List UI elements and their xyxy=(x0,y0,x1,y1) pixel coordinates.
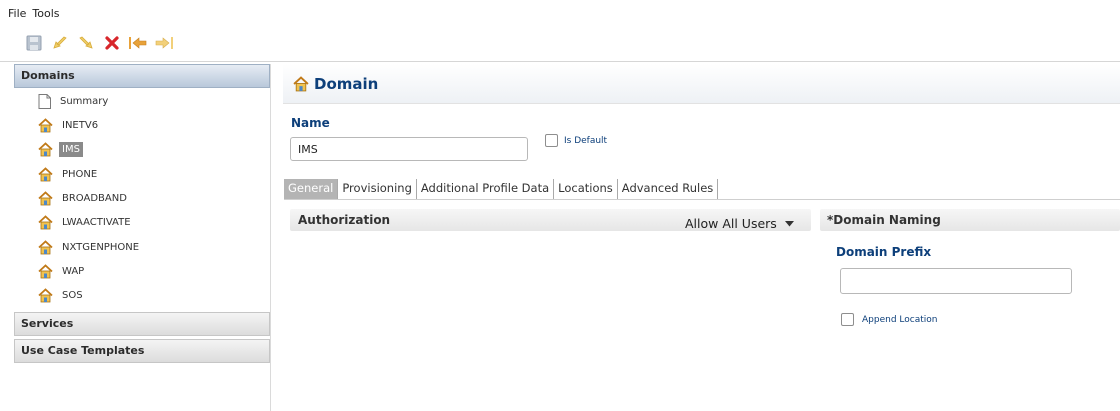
menu-tools[interactable]: Tools xyxy=(32,7,59,23)
undo-icon[interactable] xyxy=(50,34,70,52)
tab-advanced-rules[interactable]: Advanced Rules xyxy=(616,179,719,199)
house-icon xyxy=(38,141,53,156)
domain-naming-title: *Domain Naming xyxy=(827,213,941,227)
sidebar-item-ims[interactable]: IMS xyxy=(38,139,83,159)
append-location-checkbox[interactable]: Append Location xyxy=(841,313,937,326)
menu-file[interactable]: File xyxy=(8,7,26,23)
checkbox-box[interactable] xyxy=(545,134,558,147)
tab-additional-profile-data[interactable]: Additional Profile Data xyxy=(415,179,554,199)
house-icon xyxy=(38,214,53,229)
authorization-dropdown[interactable]: Allow All Users xyxy=(685,216,794,231)
sidebar-item-phone[interactable]: PHONE xyxy=(38,164,100,184)
authorization-title: Authorization xyxy=(298,213,391,227)
sidebar-item-lwaactivate[interactable]: LWAACTIVATE xyxy=(38,212,134,232)
sidebar-item-label: LWAACTIVATE xyxy=(62,216,131,228)
main-header: Domain xyxy=(283,64,1120,104)
house-icon xyxy=(38,117,53,132)
main-panel: Domain Name Is Default General Provision… xyxy=(283,64,1120,411)
domain-prefix-input[interactable] xyxy=(840,268,1072,294)
house-icon xyxy=(293,75,309,91)
sidebar-item-label: Summary xyxy=(60,95,109,107)
page-title: Domain xyxy=(314,74,379,93)
toolbar xyxy=(24,34,174,52)
sidebar-item-broadband[interactable]: BROADBAND xyxy=(38,188,130,208)
tab-divider xyxy=(284,199,1120,200)
sidebar-item-label: SOS xyxy=(62,289,83,301)
sidebar-item-label: INETV6 xyxy=(62,119,99,131)
sidebar-item-label: PHONE xyxy=(62,168,98,180)
house-icon xyxy=(38,190,53,205)
sidebar-item-wap[interactable]: WAP xyxy=(38,261,87,281)
sidebar-item-inetv6[interactable]: INETV6 xyxy=(38,115,101,135)
checkbox-box[interactable] xyxy=(841,313,854,326)
domain-prefix-label: Domain Prefix xyxy=(836,245,932,259)
save-icon[interactable] xyxy=(24,34,44,52)
sidebar-item-label: IMS xyxy=(59,141,83,157)
sidebar-section-use-case-templates[interactable]: Use Case Templates xyxy=(14,339,270,363)
sidebar-item-sos[interactable]: SOS xyxy=(38,285,86,305)
sidebar-section-services[interactable]: Services xyxy=(14,312,270,336)
document-icon xyxy=(38,93,51,109)
delete-icon[interactable] xyxy=(102,34,122,52)
sidebar-item-summary[interactable]: Summary xyxy=(38,91,111,111)
sidebar-item-label: BROADBAND xyxy=(62,192,127,204)
tab-bar: General Provisioning Additional Profile … xyxy=(284,179,719,199)
name-label: Name xyxy=(291,116,330,130)
menu-bar: File Tools xyxy=(8,7,60,23)
sidebar-section-domains[interactable]: Domains xyxy=(14,64,270,88)
toolbar-divider xyxy=(0,61,1120,62)
is-default-checkbox[interactable]: Is Default xyxy=(545,134,607,147)
authorization-panel-header: Authorization Allow All Users xyxy=(290,209,811,231)
authorization-dropdown-value: Allow All Users xyxy=(685,216,777,231)
tab-locations[interactable]: Locations xyxy=(553,179,617,199)
house-icon xyxy=(38,287,53,302)
tab-general[interactable]: General xyxy=(284,179,338,199)
house-icon xyxy=(38,263,53,278)
house-icon xyxy=(38,166,53,181)
name-input[interactable] xyxy=(290,137,528,161)
caret-down-icon xyxy=(784,220,794,226)
sidebar: Domains Summary INETV6 IMS PHONE BROADBA… xyxy=(14,64,271,411)
tab-provisioning[interactable]: Provisioning xyxy=(337,179,416,199)
house-icon xyxy=(38,239,53,254)
redo-icon[interactable] xyxy=(76,34,96,52)
forward-icon[interactable] xyxy=(154,34,174,52)
append-location-label: Append Location xyxy=(862,314,938,325)
sidebar-item-nxtgenphone[interactable]: NXTGENPHONE xyxy=(38,237,142,257)
is-default-label: Is Default xyxy=(564,135,608,146)
sidebar-item-label: WAP xyxy=(62,265,85,277)
domain-naming-panel-header: *Domain Naming xyxy=(820,209,1120,231)
sidebar-item-label: NXTGENPHONE xyxy=(62,241,140,253)
back-icon[interactable] xyxy=(128,34,148,52)
